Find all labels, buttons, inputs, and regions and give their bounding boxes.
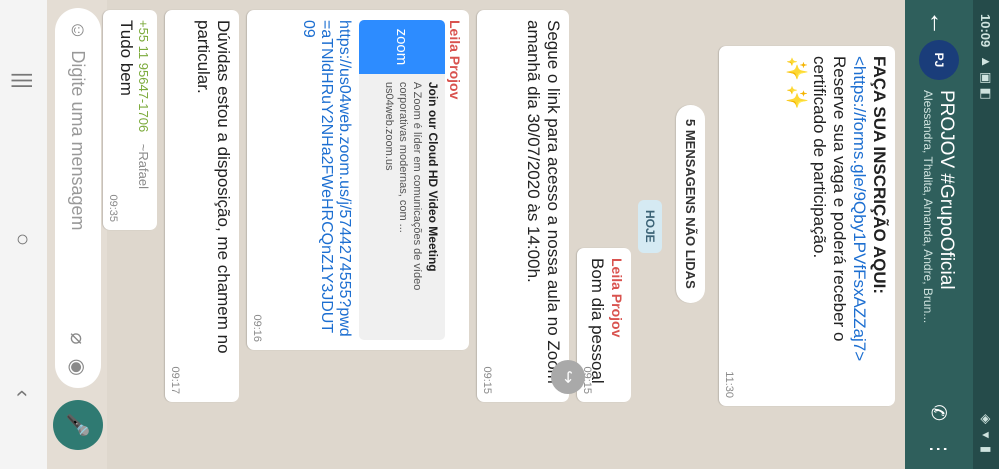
message-bubble-link-aula: Segue o link para acesso a nossa aula no…	[477, 10, 569, 402]
preview-domain: us04web.zoom.us	[383, 81, 395, 171]
link-preview[interactable]: zoom Join our Cloud HD Video Meeting A Z…	[359, 20, 445, 340]
message-sender-phone[interactable]: +55 11 95647-1706	[136, 20, 151, 132]
status-icons: ▲ ▣ ◧	[979, 55, 994, 100]
android-nav-bar: ||| ○ ‹	[0, 0, 47, 469]
chat-header: ← PJ PROJOV #GrupoOficial Alessandra, Th…	[905, 0, 973, 469]
message-time: 09:16	[251, 314, 263, 342]
attach-icon[interactable]: ⌀	[66, 333, 91, 345]
message-heading: FAÇA SUA INSCRIÇÃO AQUI:	[870, 56, 889, 294]
back-arrow-icon[interactable]: ←	[924, 10, 955, 36]
recent-apps-icon[interactable]: |||	[11, 72, 37, 89]
back-nav-icon[interactable]: ‹	[11, 390, 37, 397]
message-text: Segue o link para acesso a nossa aula no…	[524, 20, 563, 384]
message-link[interactable]: https://us04web.zoom.us/j/5744274555?pwd…	[299, 20, 353, 340]
unread-divider: 5 MENSAGENS NÃO LIDAS	[676, 105, 705, 303]
message-sender-alias: ~Rafael	[136, 143, 151, 189]
message-bubble-duvidas: Dúvidas estou a disposição, me chamem no…	[165, 10, 239, 402]
message-list[interactable]: FAÇA SUA INSCRIÇÃO AQUI: <https://forms.…	[103, 0, 905, 469]
message-link[interactable]: <https://forms.gle/9Qby1PVfFsxAZZaj7>	[849, 56, 869, 396]
emoji-icon[interactable]: ☺	[67, 20, 90, 40]
status-bar: 10:09 ▲ ▣ ◧ ◈ ▾ ▮	[973, 0, 999, 469]
message-sender[interactable]: Leila Projov	[447, 20, 463, 340]
sparkle-icon: ✨✨	[785, 56, 807, 114]
message-text: Tudo bem	[117, 20, 136, 96]
status-right-icons: ◈ ▾ ▮	[979, 414, 994, 455]
preview-title: Join our Cloud HD Video Meeting	[426, 81, 440, 272]
more-options-icon[interactable]: ⋮	[927, 439, 952, 459]
message-text: Dúvidas estou a disposição, me chamem no…	[194, 20, 233, 354]
preview-description: A Zoom é líder em comunicações de vídeo …	[397, 81, 423, 291]
message-input[interactable]: Digite uma mensagem	[68, 50, 89, 332]
message-bubble-zoom: Leila Projov zoom Join our Cloud HD Vide…	[247, 10, 469, 350]
chat-title-area[interactable]: PROJOV #GrupoOficial Alessandra, Thalita…	[921, 90, 957, 386]
message-input-bar[interactable]: ☺ Digite uma mensagem ⌀ ◉	[55, 8, 101, 388]
add-call-icon[interactable]: ✆	[927, 404, 952, 421]
chat-title: PROJOV #GrupoOficial	[936, 90, 957, 290]
group-avatar[interactable]: PJ	[919, 40, 959, 80]
date-divider: HOJE	[638, 200, 662, 253]
home-icon[interactable]: ○	[11, 233, 37, 246]
status-time: 10:09	[978, 14, 994, 48]
message-time: 09:15	[481, 366, 493, 394]
message-text: Reserve sua vaga e poderá receber o cert…	[810, 56, 849, 342]
microphone-icon[interactable]: 🎤	[53, 400, 103, 450]
zoom-logo-icon: zoom	[359, 20, 445, 74]
camera-icon[interactable]: ◉	[66, 359, 91, 376]
message-bubble-bom-dia: Leila Projov Bom dia pessoal 09:15	[577, 248, 631, 402]
chat-participants: Alessandra, Thalita, Amanda, Andre, Brun…	[921, 90, 935, 324]
forward-icon[interactable]: ↪	[551, 360, 585, 394]
message-bubble-tudo-bem: +55 11 95647-1706 ~Rafael Tudo bem 09:35	[103, 10, 157, 230]
message-time: 09:17	[169, 366, 181, 394]
message-time: 11:30	[723, 371, 735, 398]
message-sender[interactable]: Leila Projov	[609, 258, 625, 392]
phone-screen: 10:09 ▲ ▣ ◧ ◈ ▾ ▮ ← PJ PROJOV #GrupoOfic…	[0, 0, 999, 469]
message-time: 09:35	[107, 194, 119, 222]
message-bubble-inscricao: FAÇA SUA INSCRIÇÃO AQUI: <https://forms.…	[719, 46, 895, 406]
